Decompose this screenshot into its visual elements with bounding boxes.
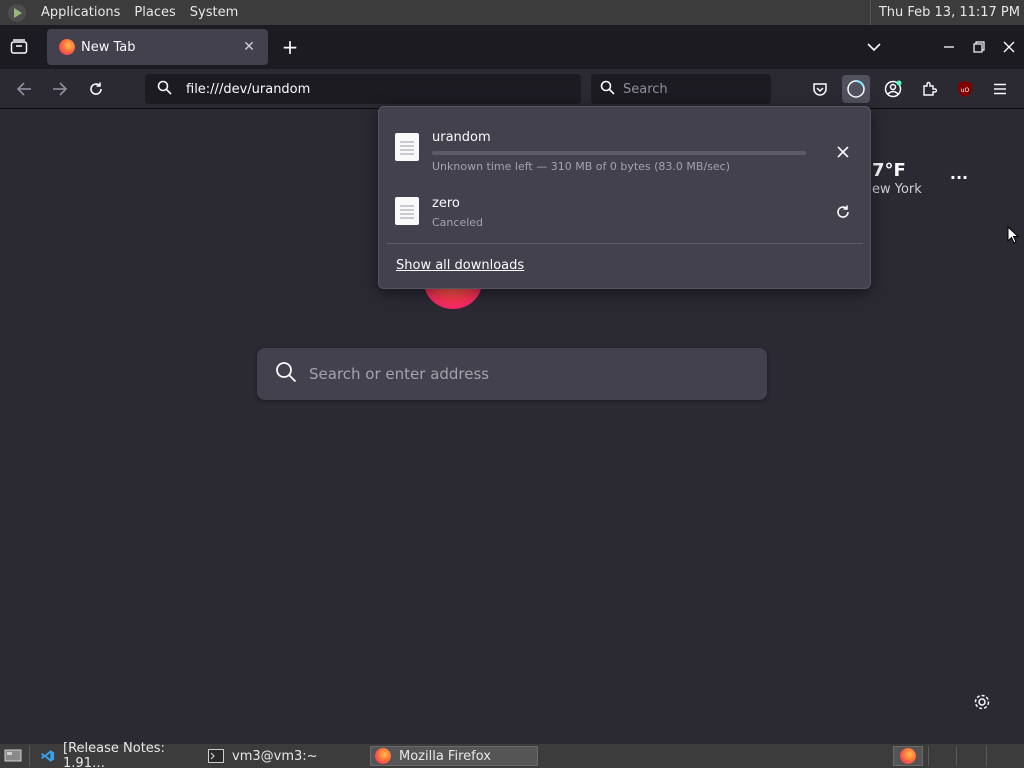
search-box[interactable]: Search (591, 74, 771, 104)
hamburger-menu-icon[interactable] (986, 75, 1014, 103)
url-text[interactable]: file:///dev/urandom (186, 82, 310, 97)
task-label: Mozilla Firefox (399, 748, 491, 764)
file-icon (395, 197, 419, 225)
system-top-panel: Applications Places System Thu Feb 13, 1… (0, 0, 1024, 25)
download-item-zero[interactable]: zero Canceled (387, 179, 863, 239)
show-all-downloads-button[interactable]: Show all downloads (396, 258, 524, 273)
pocket-icon[interactable] (806, 75, 834, 103)
taskbar-task-vscode[interactable]: [Release Notes: 1.91… (36, 741, 202, 768)
download-progress-bar (432, 151, 806, 155)
task-label: [Release Notes: 1.91… (63, 741, 165, 768)
new-tab-button[interactable]: + (279, 35, 301, 59)
firefox-view-icon[interactable] (8, 37, 30, 57)
svg-text:uO: uO (961, 87, 970, 94)
firefox-favicon-icon (59, 39, 75, 55)
personalize-gear-icon[interactable] (972, 692, 992, 712)
downloads-progress-icon[interactable] (842, 75, 870, 103)
weather-city[interactable]: ew York (872, 182, 922, 197)
distro-logo-icon[interactable] (8, 3, 26, 22)
firefox-icon (375, 748, 391, 764)
retry-download-icon[interactable] (832, 201, 854, 223)
mouse-cursor-icon (1007, 225, 1020, 244)
newtab-search-box[interactable]: Search or enter address (257, 348, 767, 400)
taskbar-separator (29, 746, 30, 766)
download-filename: zero (432, 196, 460, 211)
menu-system[interactable]: System (183, 5, 245, 20)
weather-more-options-icon[interactable]: ··· (948, 168, 970, 187)
newtab-search-placeholder: Search or enter address (309, 365, 490, 383)
clock[interactable]: Thu Feb 13, 11:17 PM (869, 0, 1020, 25)
bottom-taskbar: [Release Notes: 1.91… vm3@vm3:~ Mozilla … (0, 741, 1024, 768)
download-filename: urandom (432, 130, 491, 145)
show-desktop-icon[interactable] (0, 746, 26, 766)
reload-icon[interactable] (84, 77, 108, 101)
account-icon[interactable] (879, 75, 907, 103)
taskbar-task-firefox[interactable]: Mozilla Firefox (370, 746, 538, 766)
menu-applications[interactable]: Applications (34, 5, 127, 20)
tab-strip: New Tab ✕ + (0, 25, 1024, 69)
tab-title: New Tab (81, 39, 136, 55)
download-status: Unknown time left — 310 MB of 0 bytes (8… (432, 160, 730, 173)
weather-temperature[interactable]: 7°F (872, 160, 906, 181)
file-icon (395, 133, 419, 161)
restore-icon[interactable] (968, 36, 990, 58)
taskbar-task-terminal[interactable]: vm3@vm3:~ (204, 746, 368, 766)
navigation-toolbar: file:///dev/urandom Search uO (0, 69, 1024, 109)
forward-arrow-icon[interactable] (48, 77, 72, 101)
workspace-switcher-firefox-icon[interactable] (893, 746, 923, 766)
extensions-puzzle-icon[interactable] (915, 75, 943, 103)
search-placeholder: Search (623, 81, 668, 97)
close-window-icon[interactable] (998, 36, 1020, 58)
tab-close-icon[interactable]: ✕ (240, 38, 258, 56)
task-label: vm3@vm3:~ (232, 748, 318, 764)
tab-new-tab[interactable]: New Tab ✕ (47, 29, 268, 65)
ublock-origin-icon[interactable]: uO (951, 75, 979, 103)
back-arrow-icon[interactable] (12, 77, 36, 101)
cancel-download-icon[interactable] (832, 141, 854, 163)
workspace-separator (986, 746, 987, 766)
list-all-tabs-chevron-icon[interactable] (863, 36, 885, 58)
search-icon (157, 80, 172, 99)
menu-places[interactable]: Places (127, 5, 182, 20)
download-item-urandom[interactable]: urandom Unknown time left — 310 MB of 0 … (387, 113, 863, 173)
address-bar[interactable]: file:///dev/urandom (145, 74, 581, 104)
workspace-separator (956, 746, 957, 766)
workspace-separator (928, 746, 929, 766)
search-icon (275, 361, 297, 387)
search-icon (600, 80, 615, 99)
downloads-separator (387, 243, 863, 244)
downloads-panel: urandom Unknown time left — 310 MB of 0 … (378, 106, 871, 289)
download-status: Canceled (432, 216, 484, 229)
minimize-icon[interactable] (938, 36, 960, 58)
